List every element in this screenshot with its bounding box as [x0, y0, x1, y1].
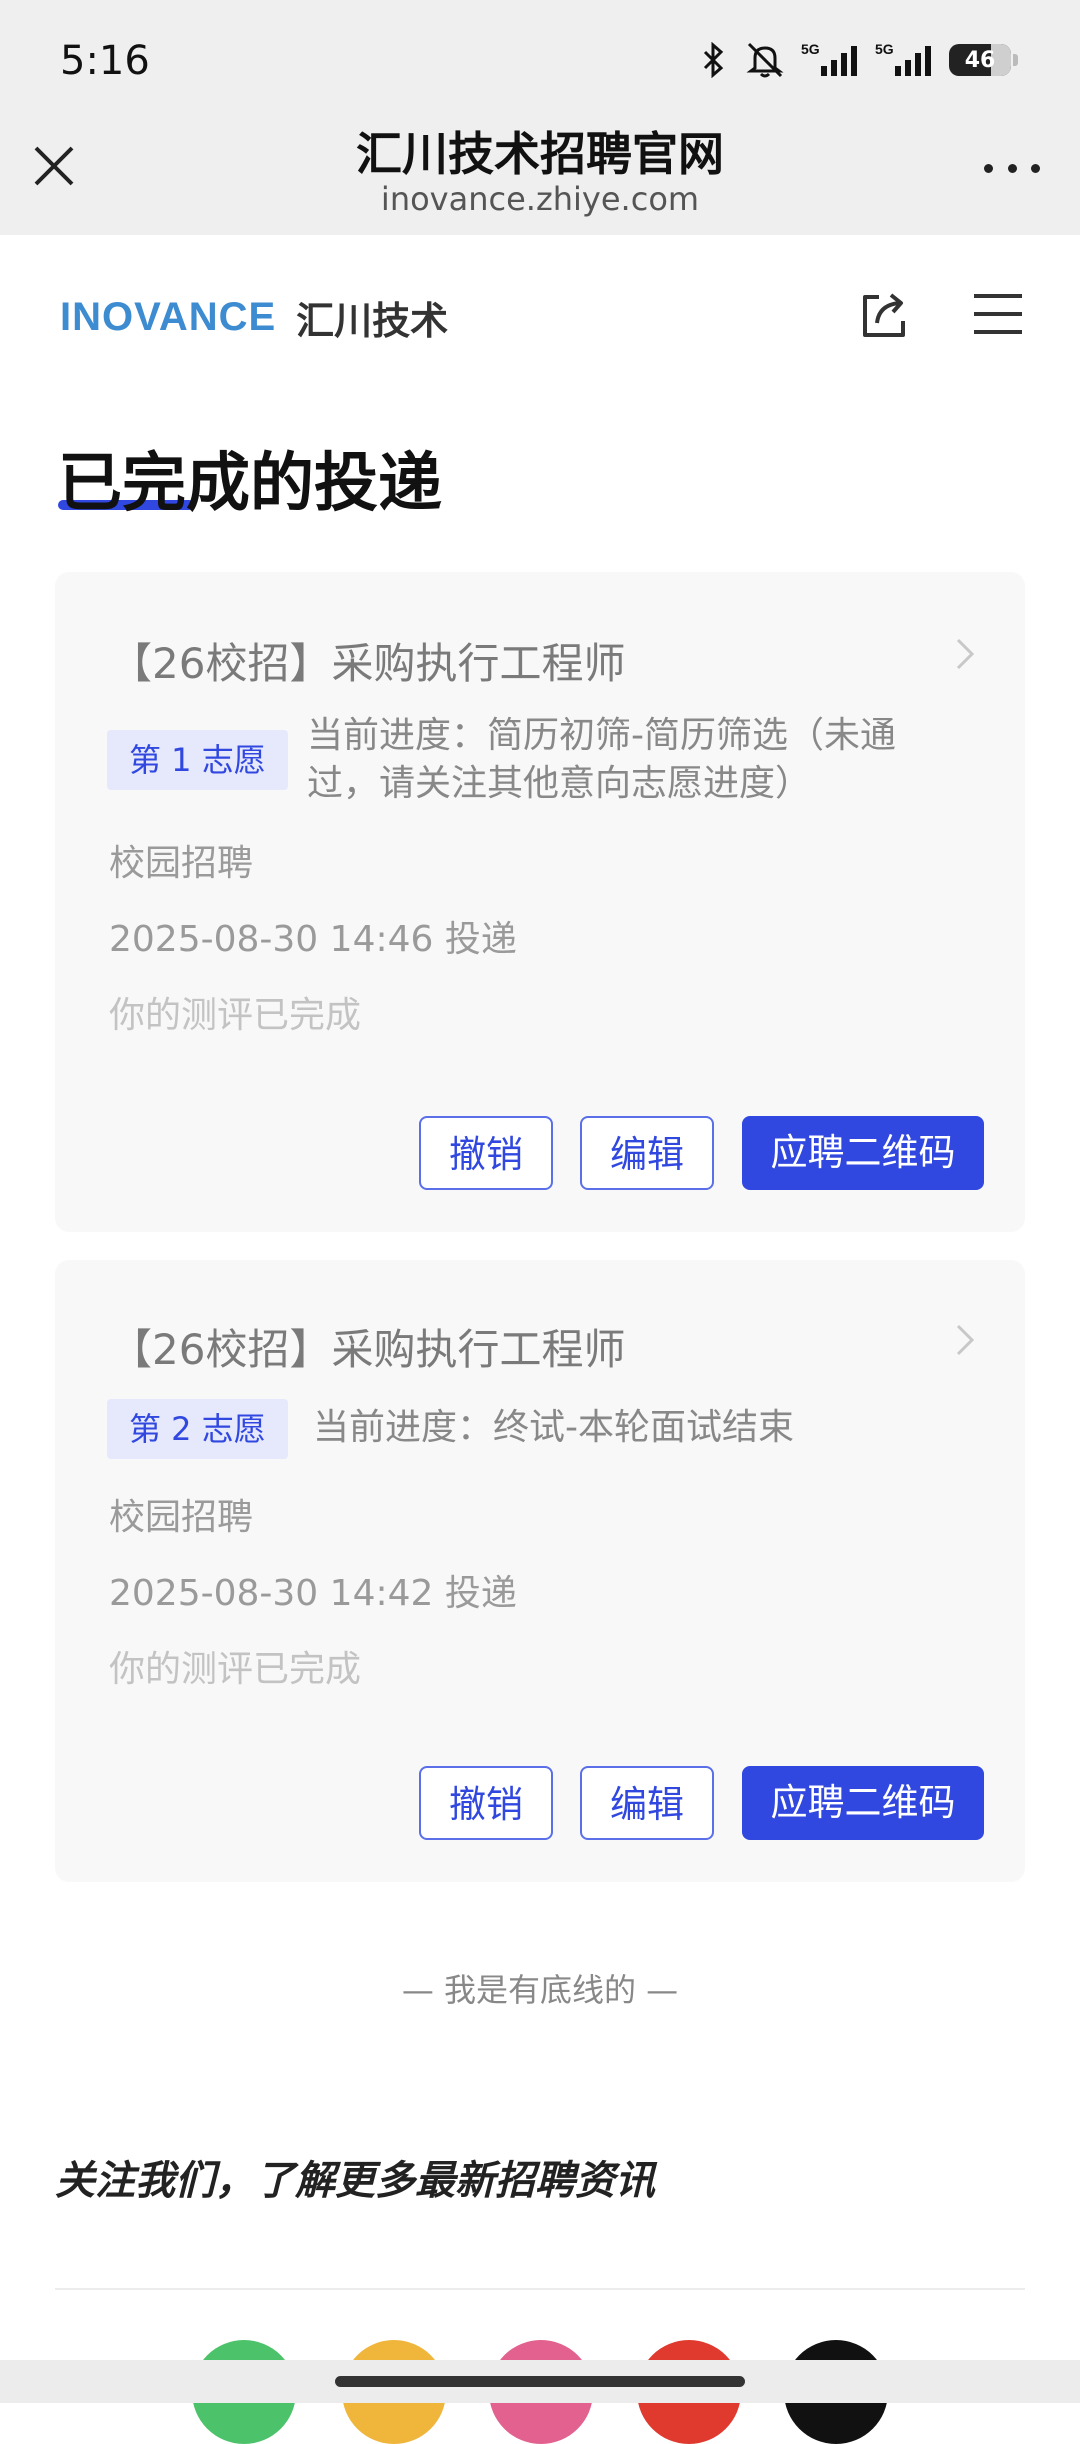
share-icon[interactable] [855, 285, 915, 345]
cancel-button[interactable]: 撤销 [419, 1116, 553, 1190]
status-time: 5:16 [60, 38, 150, 84]
job-title[interactable]: 【26校招】采购执行工程师 [110, 1316, 625, 1377]
assessment-status: 你的测评已完成 [109, 995, 362, 1036]
battery-level: 46 [964, 47, 996, 73]
edit-button[interactable]: 编辑 [580, 1116, 714, 1190]
submit-time: 2025-08-30 14:46 投递 [109, 919, 517, 960]
qrcode-button[interactable]: 应聘二维码 [742, 1766, 984, 1840]
cancel-button[interactable]: 撤销 [419, 1766, 553, 1840]
application-card[interactable]: 【26校招】采购执行工程师 第 1 志愿 当前进度：简历初筛-简历筛选（未通过，… [55, 572, 1025, 1232]
progress-status: 当前进度：简历初筛-简历筛选（未通过，请关注其他意向志愿进度） [307, 715, 896, 804]
signal-5g-icon: 5G [801, 40, 861, 80]
preference-badge: 第 2 志愿 [107, 1399, 288, 1459]
home-indicator[interactable] [335, 2376, 745, 2387]
menu-icon[interactable] [972, 290, 1024, 338]
qrcode-button[interactable]: 应聘二维码 [742, 1116, 984, 1190]
network-2-label: 5G [875, 41, 894, 57]
network-1-label: 5G [801, 41, 820, 57]
status-icons: 5G 5G 46 [699, 40, 1018, 80]
progress-status: 当前进度：终试-本轮面试结束 [313, 1407, 794, 1448]
brand-logo[interactable]: INOVANCE 汇川技术 [60, 290, 448, 345]
follow-us-heading: 关注我们，了解更多最新招聘资讯 [55, 2158, 655, 2204]
browser-title: 汇川技术招聘官网 [356, 127, 724, 181]
recruit-type: 校园招聘 [109, 843, 254, 884]
application-card[interactable]: 【26校招】采购执行工程师 第 2 志愿 当前进度：终试-本轮面试结束 校园招聘… [55, 1260, 1025, 1882]
chevron-right-icon[interactable] [952, 634, 980, 674]
browser-url: inovance.zhiye.com [380, 180, 700, 218]
brand-logo-cn: 汇川技术 [296, 299, 449, 343]
browser-header: 5:16 5G 5G 46 汇川技术招聘官网 inovance.zhiye.co… [0, 0, 1080, 235]
assessment-status: 你的测评已完成 [109, 1649, 362, 1690]
battery-icon: 46 [949, 44, 1018, 76]
page-title: 已完成的投递 [58, 447, 442, 521]
divider [55, 2288, 1025, 2290]
brand-logo-en: INOVANCE [60, 295, 277, 339]
recruit-type: 校园招聘 [109, 1497, 254, 1538]
mute-bell-icon [743, 40, 787, 80]
end-of-list-text: — 我是有底线的 — [401, 1971, 679, 2009]
edit-button[interactable]: 编辑 [580, 1766, 714, 1840]
preference-badge: 第 1 志愿 [107, 730, 288, 790]
bluetooth-icon [699, 42, 729, 78]
job-title[interactable]: 【26校招】采购执行工程师 [110, 630, 625, 691]
more-options-icon[interactable] [984, 148, 1040, 188]
submit-time: 2025-08-30 14:42 投递 [109, 1573, 517, 1614]
signal-5g-icon-2: 5G [875, 40, 935, 80]
chevron-right-icon[interactable] [952, 1320, 980, 1360]
